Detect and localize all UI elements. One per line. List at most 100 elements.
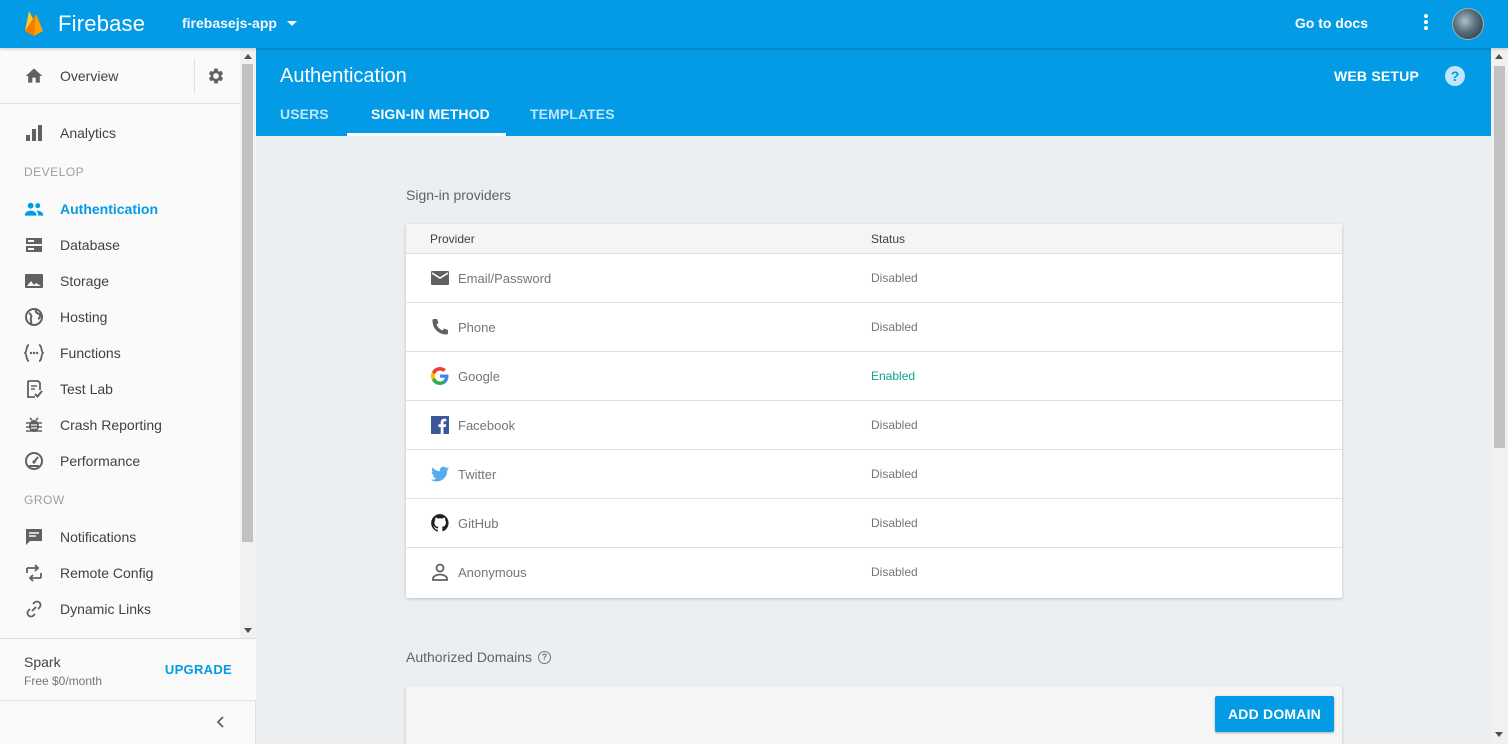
project-name: firebasejs-app — [182, 15, 277, 31]
scroll-up-arrow-icon[interactable] — [1495, 54, 1503, 59]
more-vert-icon[interactable] — [1422, 14, 1430, 34]
provider-row-phone[interactable]: Phone Disabled — [406, 303, 1342, 352]
provider-row-facebook[interactable]: Facebook Disabled — [406, 401, 1342, 450]
sidebar-item-label: Storage — [60, 273, 110, 289]
github-icon — [431, 514, 449, 532]
sidebar-item-storage[interactable]: Storage — [0, 263, 240, 299]
sidebar-item-label: Test Lab — [60, 381, 113, 397]
provider-name: Twitter — [458, 467, 497, 482]
project-selector[interactable]: firebasejs-app — [182, 15, 297, 31]
add-domain-button[interactable]: ADD DOMAIN — [1215, 696, 1334, 732]
authorized-domains-heading: Authorized Domains — [406, 649, 533, 665]
provider-row-anonymous[interactable]: Anonymous Disabled — [406, 548, 1342, 597]
speedometer-icon — [25, 452, 43, 470]
sidebar-item-label: Performance — [60, 453, 141, 469]
sidebar-item-remote-config[interactable]: Remote Config — [0, 555, 240, 591]
sidebar-item-label: Crash Reporting — [60, 417, 162, 433]
upgrade-button[interactable]: UPGRADE — [165, 662, 232, 677]
help-circle-icon[interactable]: ? — [538, 651, 551, 664]
bar-chart-icon — [26, 125, 42, 141]
chevron-left-icon[interactable] — [214, 715, 228, 729]
caret-down-icon — [286, 20, 297, 26]
twitter-icon — [431, 466, 449, 482]
provider-name: Anonymous — [458, 565, 527, 580]
remote-config-icon — [26, 564, 42, 582]
sidebar-item-label: Authentication — [60, 201, 158, 217]
sidebar-item-label: Overview — [60, 68, 119, 84]
avatar[interactable] — [1452, 8, 1484, 40]
provider-name: GitHub — [458, 516, 499, 531]
provider-status: Disabled — [871, 418, 918, 432]
sidebar-item-label: Database — [60, 237, 120, 253]
sidebar: Overview Analytics DEVELOP Authenticatio… — [0, 48, 256, 744]
go-to-docs-link[interactable]: Go to docs — [1295, 15, 1368, 31]
functions-icon — [24, 344, 44, 362]
sidebar-item-database[interactable]: Database — [0, 227, 240, 263]
sidebar-item-dynamic-links[interactable]: Dynamic Links — [0, 591, 240, 627]
sidebar-scrollbar[interactable] — [240, 48, 256, 638]
phone-icon — [432, 319, 448, 335]
sidebar-item-crash-reporting[interactable]: Crash Reporting — [0, 407, 240, 443]
active-tab-indicator — [347, 133, 506, 136]
sidebar-nav: Overview Analytics DEVELOP Authenticatio… — [0, 48, 240, 638]
tab-users[interactable]: USERS — [280, 106, 329, 122]
column-header-status: Status — [871, 232, 906, 246]
divider — [194, 58, 195, 94]
sign-in-providers-heading: Sign-in providers — [406, 187, 512, 203]
web-setup-button[interactable]: WEB SETUP — [1334, 68, 1419, 84]
sidebar-item-label: Hosting — [60, 309, 108, 325]
provider-row-twitter[interactable]: Twitter Disabled — [406, 450, 1342, 499]
sidebar-item-notifications[interactable]: Notifications — [0, 519, 240, 555]
sidebar-item-label: Notifications — [60, 529, 137, 545]
top-app-bar: Firebase firebasejs-app Go to docs — [0, 0, 1508, 48]
provider-row-email[interactable]: Email/Password Disabled — [406, 254, 1342, 303]
sidebar-item-label: Dynamic Links — [60, 601, 152, 617]
collapse-sidebar-row — [0, 700, 256, 744]
provider-name: Phone — [458, 320, 496, 335]
sidebar-item-label: Remote Config — [60, 565, 154, 581]
page-title: Authentication — [280, 65, 407, 87]
page-header: Authentication WEB SETUP ? USERS SIGN-IN… — [256, 48, 1491, 136]
sidebar-item-test-lab[interactable]: Test Lab — [0, 371, 240, 407]
brand-name[interactable]: Firebase — [58, 11, 145, 37]
table-header: Provider Status — [406, 224, 1342, 254]
sidebar-item-authentication[interactable]: Authentication — [0, 191, 240, 227]
help-icon[interactable]: ? — [1445, 66, 1465, 86]
gear-icon[interactable] — [206, 66, 226, 86]
scrollbar-thumb[interactable] — [1494, 66, 1505, 448]
home-icon — [25, 68, 43, 83]
scrollbar-thumb[interactable] — [242, 64, 253, 542]
page-scrollbar[interactable] — [1491, 48, 1508, 744]
globe-icon — [25, 308, 43, 326]
providers-table: Provider Status Email/Password Disabled … — [406, 224, 1342, 598]
tab-templates[interactable]: TEMPLATES — [530, 106, 615, 122]
provider-name: Facebook — [458, 418, 516, 433]
section-header-develop: DEVELOP — [24, 165, 85, 179]
scroll-up-arrow-icon[interactable] — [244, 54, 252, 59]
scroll-down-arrow-icon[interactable] — [1495, 732, 1503, 737]
firebase-logo-icon[interactable] — [24, 10, 44, 36]
tab-sign-in-method[interactable]: SIGN-IN METHOD — [371, 106, 490, 122]
sidebar-item-label: Functions — [60, 345, 121, 361]
sidebar-item-performance[interactable]: Performance — [0, 443, 240, 479]
plan-name: Spark — [24, 654, 61, 670]
authorized-domains-card: ADD DOMAIN — [406, 686, 1342, 744]
provider-row-google[interactable]: Google Enabled — [406, 352, 1342, 401]
provider-row-github[interactable]: GitHub Disabled — [406, 499, 1342, 548]
provider-status: Disabled — [871, 467, 918, 481]
link-icon — [26, 600, 42, 618]
bug-icon — [26, 417, 42, 432]
sidebar-item-analytics[interactable]: Analytics — [0, 115, 240, 151]
image-icon — [25, 274, 43, 288]
checklist-icon — [27, 380, 43, 398]
provider-name: Email/Password — [458, 271, 552, 286]
chat-icon — [26, 529, 42, 545]
sidebar-item-functions[interactable]: Functions — [0, 335, 240, 371]
person-icon — [432, 563, 448, 581]
plan-price: Free $0/month — [24, 674, 103, 688]
sidebar-item-hosting[interactable]: Hosting — [0, 299, 240, 335]
scroll-down-arrow-icon[interactable] — [244, 628, 252, 633]
provider-name: Google — [458, 369, 500, 384]
provider-status: Disabled — [871, 516, 918, 530]
sidebar-item-overview[interactable]: Overview — [0, 58, 194, 94]
